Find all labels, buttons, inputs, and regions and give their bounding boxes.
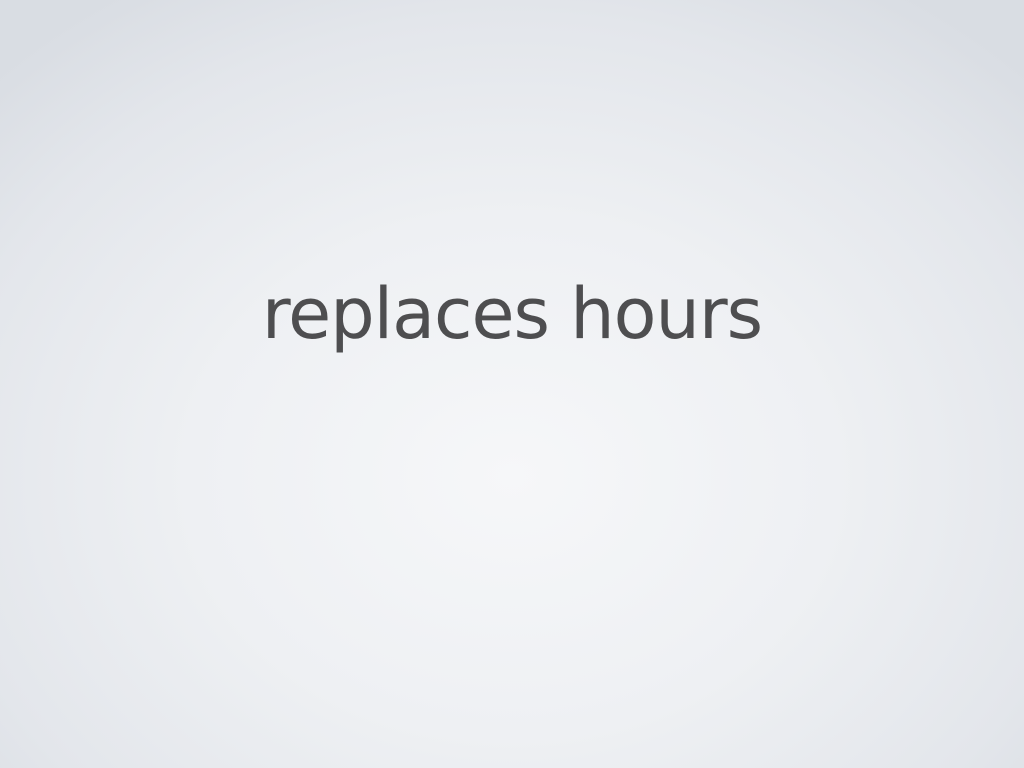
presentation-slide: replaces hours bbox=[0, 0, 1024, 768]
slide-title: replaces hours bbox=[261, 273, 763, 355]
